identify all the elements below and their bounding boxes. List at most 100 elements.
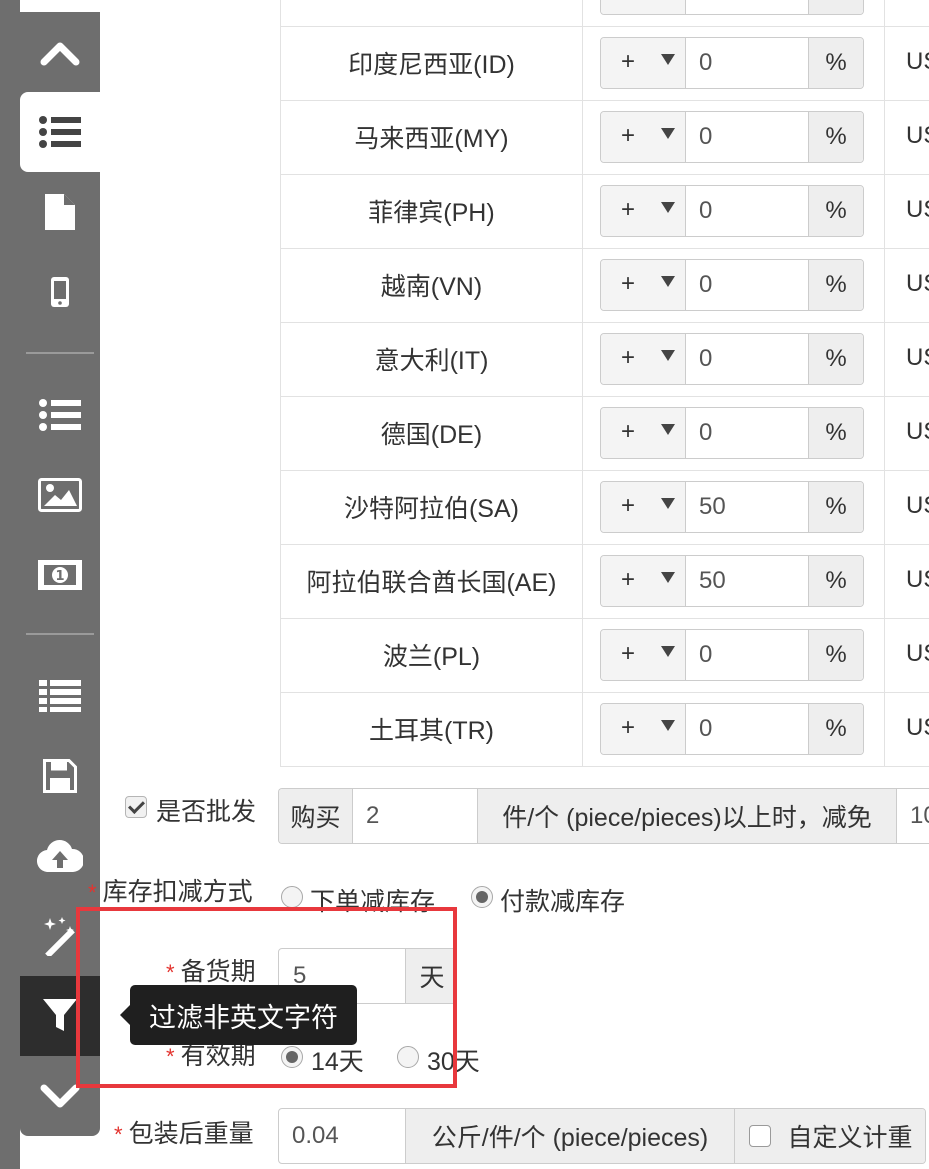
- list-ul-icon: [39, 399, 81, 431]
- percent-addon: %: [808, 630, 863, 680]
- scroll-up-button[interactable]: [20, 12, 100, 92]
- toolbar-divider: [26, 352, 94, 354]
- price-adjust-group: +50%: [600, 555, 864, 607]
- custom-weight-checkbox[interactable]: [749, 1125, 772, 1147]
- sign-select[interactable]: +: [601, 38, 686, 88]
- table-row: 印度尼西亚(ID) +0% US: [280, 26, 929, 101]
- image-icon: [38, 478, 82, 512]
- sign-select[interactable]: +: [601, 186, 686, 236]
- currency-label: US: [906, 344, 929, 371]
- wholesale-discount-input[interactable]: 10: [910, 802, 929, 830]
- country-price-table: 印度尼西亚(ID)+0%US马来西亚(MY)+0%US菲律宾(PH)+0%US越…: [280, 0, 929, 768]
- stock-option-payment-radio[interactable]: [471, 886, 493, 908]
- sign-value: +: [621, 122, 636, 149]
- adjust-value-input[interactable]: 0: [699, 197, 712, 225]
- money-icon: 1: [38, 560, 82, 590]
- adjust-value-input[interactable]: 50: [699, 567, 726, 595]
- stock-option-payment-label: 付款减库存: [500, 888, 626, 916]
- file-button[interactable]: [20, 172, 100, 252]
- custom-weight-addon: 自定义计重: [735, 1109, 925, 1163]
- percent-addon: %: [808, 112, 863, 162]
- sign-select[interactable]: +: [601, 630, 686, 680]
- table-row: 土耳其(TR) +0% US: [280, 692, 929, 767]
- svg-text:1: 1: [55, 569, 64, 584]
- adjust-value-input[interactable]: 0: [699, 123, 712, 151]
- caret-down-icon: [661, 350, 675, 361]
- caret-down-icon: [661, 128, 675, 139]
- wholesale-checkbox[interactable]: [125, 796, 147, 818]
- list-ul-button[interactable]: [20, 375, 100, 455]
- table-row: 波兰(PL) +0% US: [280, 618, 929, 693]
- chevron-down-icon: [40, 1084, 80, 1108]
- price-adjust-group: +0%: [600, 259, 864, 311]
- save-button[interactable]: [20, 736, 100, 816]
- currency-label: US: [906, 640, 929, 667]
- list-icon: [39, 116, 81, 148]
- sign-select[interactable]: +: [601, 556, 686, 606]
- sign-value: +: [621, 714, 636, 741]
- currency-label: US: [906, 270, 929, 297]
- currency-label: US: [906, 48, 929, 75]
- table-row: 菲律宾(PH) +0% US: [280, 174, 929, 249]
- adjust-value-input[interactable]: 0: [699, 419, 712, 447]
- price-adjust-group: [600, 0, 864, 15]
- stock-method-label: * 库存扣减方式: [88, 878, 253, 906]
- required-mark: *: [114, 1122, 123, 1147]
- country-name: 印度尼西亚(ID): [280, 26, 583, 100]
- list-button[interactable]: [20, 92, 100, 172]
- sign-select[interactable]: +: [601, 482, 686, 532]
- adjust-value-input[interactable]: 0: [699, 641, 712, 669]
- caret-down-icon: [661, 424, 675, 435]
- sign-select[interactable]: +: [601, 112, 686, 162]
- table-row: 阿拉伯联合酋长国(AE) +50% US: [280, 544, 929, 619]
- currency-label: US: [906, 122, 929, 149]
- caret-down-icon: [661, 572, 675, 583]
- adjust-value-input[interactable]: 0: [699, 49, 712, 77]
- sign-value: +: [621, 640, 636, 667]
- sign-select[interactable]: +: [601, 334, 686, 384]
- tooltip-arrow: [120, 1005, 130, 1025]
- sign-select[interactable]: +: [601, 704, 686, 754]
- weight-label: * 包装后重量: [114, 1120, 254, 1148]
- image-button[interactable]: [20, 455, 100, 535]
- adjust-value-input[interactable]: 0: [699, 345, 712, 373]
- list-alt-button[interactable]: [20, 656, 100, 736]
- sign-value: +: [621, 566, 636, 593]
- magic-wand-icon: [44, 917, 75, 956]
- sign-select[interactable]: +: [601, 408, 686, 458]
- table-row: 德国(DE) +0% US: [280, 396, 929, 471]
- chevron-up-icon: [40, 42, 80, 66]
- price-adjust-group: +0%: [600, 185, 864, 237]
- sign-value: +: [621, 196, 636, 223]
- custom-weight-label: 自定义计重: [787, 1124, 913, 1152]
- country-name: 波兰(PL): [280, 618, 583, 692]
- cloud-upload-icon: [37, 840, 83, 872]
- currency-label: US: [906, 566, 929, 593]
- table-row: 马来西亚(MY) +0% US: [280, 100, 929, 175]
- filter-icon: [43, 999, 77, 1031]
- price-adjust-group: +50%: [600, 481, 864, 533]
- sign-select[interactable]: +: [601, 260, 686, 310]
- mobile-button[interactable]: [20, 252, 100, 332]
- required-mark: *: [88, 880, 97, 905]
- country-name: 意大利(IT): [280, 322, 583, 396]
- currency-label: US: [906, 418, 929, 445]
- price-adjust-group: +0%: [600, 111, 864, 163]
- toolbar-divider: [26, 633, 94, 635]
- currency-label: US: [906, 196, 929, 223]
- table-row: [280, 0, 929, 27]
- weight-input[interactable]: 0.04: [292, 1122, 339, 1150]
- sign-value: +: [621, 48, 636, 75]
- adjust-value-input[interactable]: 0: [699, 271, 712, 299]
- adjust-value-input[interactable]: 0: [699, 715, 712, 743]
- adjust-value-input[interactable]: 50: [699, 493, 726, 521]
- sign-value: +: [621, 344, 636, 371]
- stock-option-order-radio[interactable]: [281, 886, 303, 908]
- table-row: 意大利(IT) +0% US: [280, 322, 929, 397]
- country-name: 阿拉伯联合酋长国(AE): [280, 544, 583, 618]
- money-button[interactable]: 1: [20, 535, 100, 615]
- percent-addon: %: [808, 38, 863, 88]
- percent-addon: %: [808, 186, 863, 236]
- caret-down-icon: [661, 498, 675, 509]
- wholesale-quantity-input[interactable]: 2: [366, 802, 379, 830]
